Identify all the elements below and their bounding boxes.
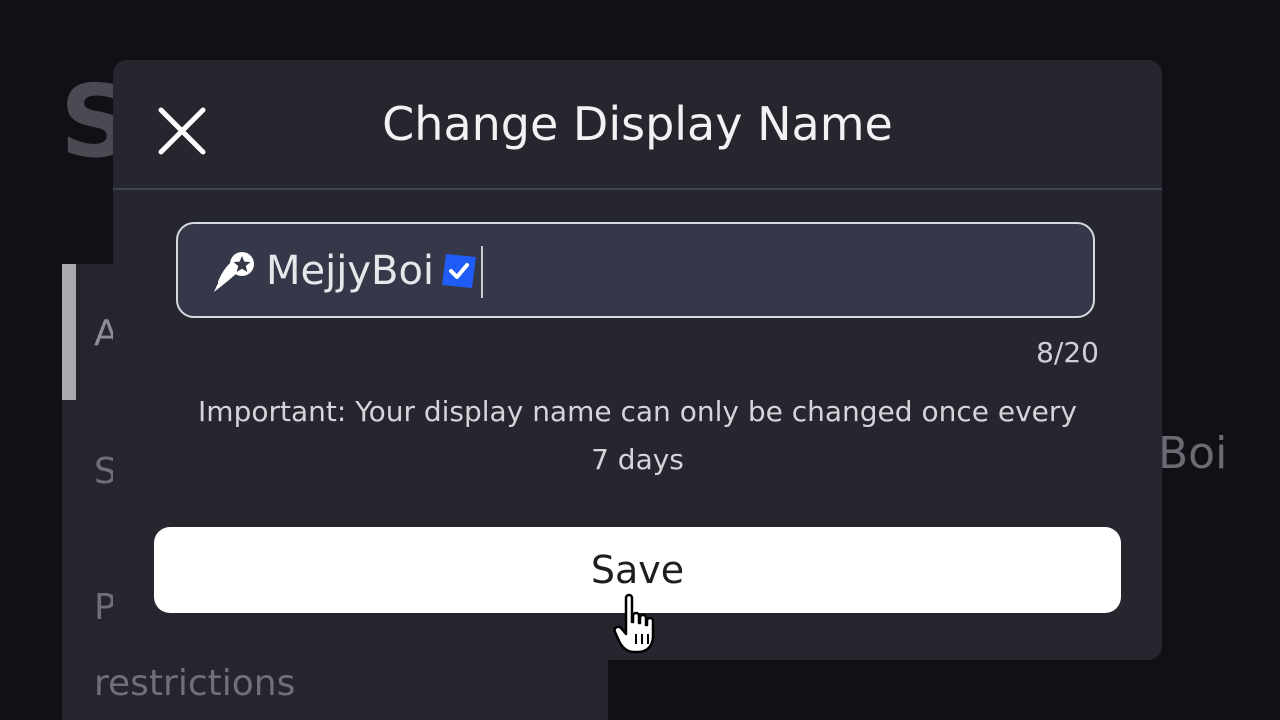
change-display-name-dialog: Change Display Name MejjyBoi 8/20 Import… bbox=[113, 60, 1162, 660]
sidebar-item-restrictions-label: restrictions bbox=[94, 663, 296, 704]
sidebar-active-indicator bbox=[62, 264, 76, 400]
display-name-value: MejjyBoi bbox=[266, 248, 435, 294]
display-name-input[interactable]: MejjyBoi bbox=[176, 222, 1095, 318]
display-name-value-fragment: Boi bbox=[1158, 428, 1228, 479]
character-counter: 8/20 bbox=[1036, 336, 1099, 369]
dialog-header: Change Display Name bbox=[113, 60, 1162, 190]
change-frequency-notice: Important: Your display name can only be… bbox=[198, 395, 1077, 476]
verified-check-icon bbox=[442, 254, 476, 288]
rocket-star-icon bbox=[214, 252, 254, 292]
hand-pointer-icon bbox=[613, 593, 655, 654]
text-caret bbox=[481, 246, 483, 298]
settings-page: S A S P restrictions Boi Change Display … bbox=[0, 0, 1280, 720]
dialog-title: Change Display Name bbox=[382, 97, 893, 151]
